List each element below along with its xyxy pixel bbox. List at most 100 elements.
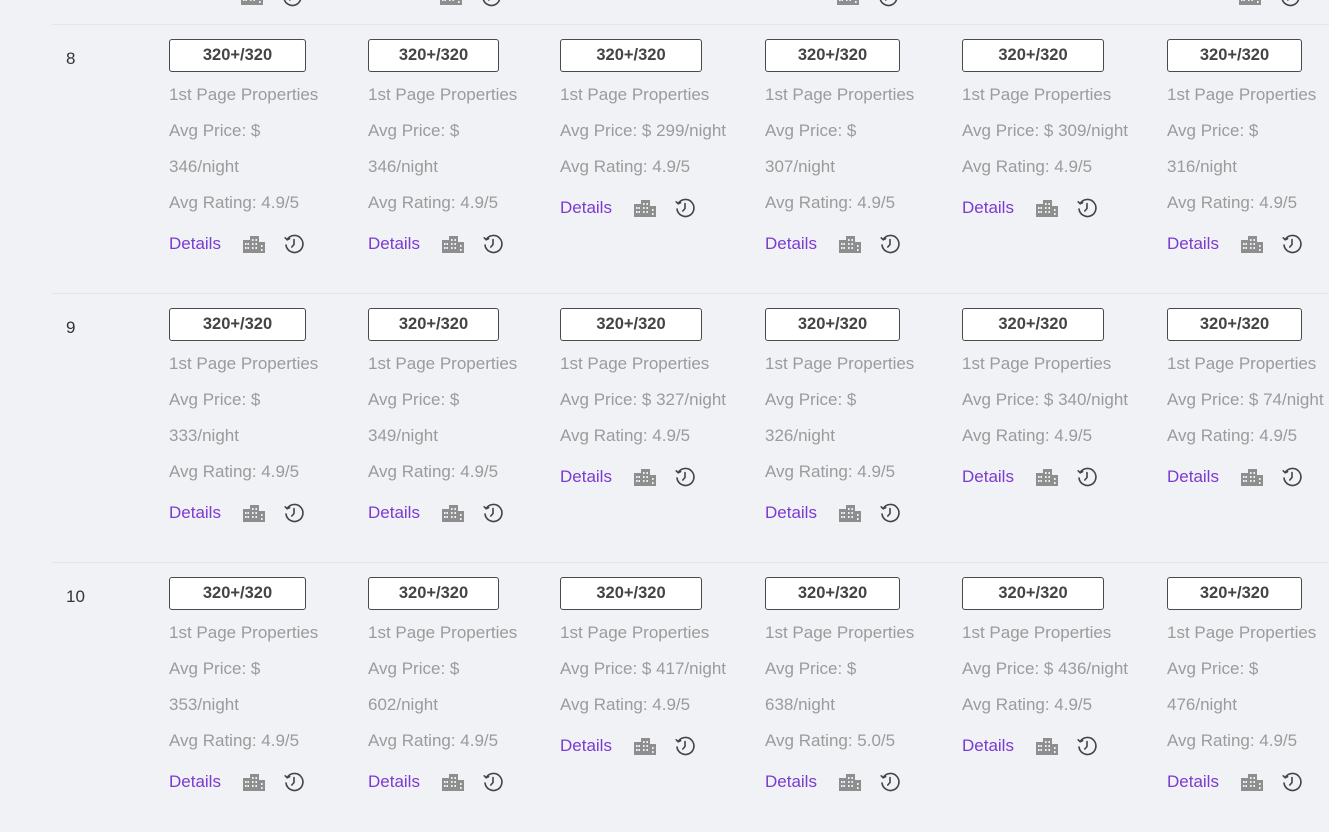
rank-badge[interactable]: 320+/320 [169,577,306,610]
clock-history-icon[interactable] [674,735,696,757]
building-icon[interactable] [633,467,657,487]
details-link[interactable]: Details [169,503,221,523]
building-icon[interactable] [633,198,657,218]
clock-history-icon[interactable] [482,502,504,524]
clock-history-icon[interactable] [1281,466,1303,488]
building-icon[interactable] [1035,467,1059,487]
building-icon[interactable] [439,0,463,13]
ranking-cell: 320+/320 1st Page Properties Avg Price: $ 4… [1167,577,1320,800]
details-link[interactable]: Details [560,736,612,756]
clock-history-icon[interactable] [480,0,502,13]
rank-badge[interactable]: 320+/320 [765,39,900,72]
clock-history-icon[interactable] [1076,197,1098,219]
avg-price-text: 353/night [169,695,239,714]
rank-badge[interactable]: 320+/320 [560,308,702,341]
properties-label: 1st Page Properties [169,623,319,642]
ranking-cell: 320+/320 1st Page Properties Avg Price: $ 3… [368,308,521,531]
clock-history-icon[interactable] [1281,233,1303,255]
cell-actions: Details [765,226,918,262]
cell-actions: Details [962,459,1128,495]
rank-badge[interactable]: 320+/320 [765,577,900,610]
clock-history-icon[interactable] [281,0,303,13]
rank-badge[interactable]: 320+/320 [962,308,1104,341]
building-icon[interactable] [1238,0,1262,13]
details-link[interactable]: Details [169,234,221,254]
clock-history-icon[interactable] [283,233,305,255]
building-icon[interactable] [1035,198,1059,218]
building-icon[interactable] [240,0,264,13]
details-link[interactable]: Details [962,467,1014,487]
properties-label: 1st Page Properties [368,623,518,642]
building-icon[interactable] [633,736,657,756]
avg-price-text: Avg Price: $ [368,121,460,140]
rank-badge[interactable]: 320+/320 [765,308,900,341]
avg-price-text: 346/night [368,157,438,176]
details-link[interactable]: Details [765,503,817,523]
clock-history-icon[interactable] [1076,466,1098,488]
avg-price-text: Avg Price: $ 309/night [962,121,1129,140]
details-link[interactable]: Details [765,234,817,254]
avg-price-text: Avg Price: $ 74/night [1167,390,1324,409]
clock-history-icon[interactable] [1281,771,1303,793]
avg-rating-text: Avg Rating: 4.9/5 [962,426,1093,445]
details-link[interactable]: Details [1167,234,1219,254]
building-icon[interactable] [836,0,860,13]
details-link[interactable]: Details [368,234,420,254]
avg-price-text: 316/night [1167,157,1237,176]
building-icon[interactable] [838,234,862,254]
building-icon[interactable] [441,772,465,792]
clock-history-icon[interactable] [482,771,504,793]
clock-history-icon[interactable] [1076,735,1098,757]
clock-history-icon[interactable] [877,0,899,13]
clock-history-icon[interactable] [879,502,901,524]
ranking-cell: 320+/320 1st Page Properties Avg Price: $ 6… [368,577,521,800]
clock-history-icon[interactable] [283,771,305,793]
clock-history-icon[interactable] [1279,0,1301,13]
clock-history-icon[interactable] [482,233,504,255]
details-link[interactable]: Details [169,772,221,792]
rank-badge[interactable]: 320+/320 [1167,39,1302,72]
cell-actions-partial [836,0,899,13]
rank-badge[interactable]: 320+/320 [169,39,306,72]
building-icon[interactable] [441,503,465,523]
building-icon[interactable] [242,772,266,792]
building-icon[interactable] [242,234,266,254]
building-icon[interactable] [1240,772,1264,792]
rank-badge[interactable]: 320+/320 [1167,577,1302,610]
building-icon[interactable] [441,234,465,254]
details-link[interactable]: Details [1167,467,1219,487]
clock-history-icon[interactable] [283,502,305,524]
clock-history-icon[interactable] [879,771,901,793]
building-icon[interactable] [1240,467,1264,487]
details-link[interactable]: Details [560,198,612,218]
ranking-cell: 320+/320 1st Page Properties Avg Price: $ … [962,577,1128,764]
rank-badge[interactable]: 320+/320 [368,39,499,72]
rank-badge[interactable]: 320+/320 [560,577,702,610]
rank-badge[interactable]: 320+/320 [962,39,1104,72]
details-link[interactable]: Details [368,503,420,523]
clock-history-icon[interactable] [674,466,696,488]
building-icon[interactable] [242,503,266,523]
rank-badge[interactable]: 320+/320 [962,577,1104,610]
building-icon[interactable] [838,772,862,792]
clock-history-icon[interactable] [674,197,696,219]
rank-badge[interactable]: 320+/320 [368,308,499,341]
rank-badge[interactable]: 320+/320 [169,308,306,341]
building-icon[interactable] [1240,234,1264,254]
ranking-cell: 320+/320 1st Page Properties Avg Price: $ … [560,308,726,495]
avg-price-text: Avg Price: $ [1167,121,1259,140]
ranking-cell: 320+/320 1st Page Properties Avg Price: $ 6… [765,577,918,800]
details-link[interactable]: Details [1167,772,1219,792]
details-link[interactable]: Details [560,467,612,487]
building-icon[interactable] [838,503,862,523]
rank-badge[interactable]: 320+/320 [368,577,499,610]
rank-badge[interactable]: 320+/320 [560,39,702,72]
building-icon[interactable] [1035,736,1059,756]
rank-badge[interactable]: 320+/320 [1167,308,1302,341]
clock-history-icon[interactable] [879,233,901,255]
details-link[interactable]: Details [962,198,1014,218]
details-link[interactable]: Details [368,772,420,792]
properties-label: 1st Page Properties [962,623,1112,642]
details-link[interactable]: Details [765,772,817,792]
details-link[interactable]: Details [962,736,1014,756]
